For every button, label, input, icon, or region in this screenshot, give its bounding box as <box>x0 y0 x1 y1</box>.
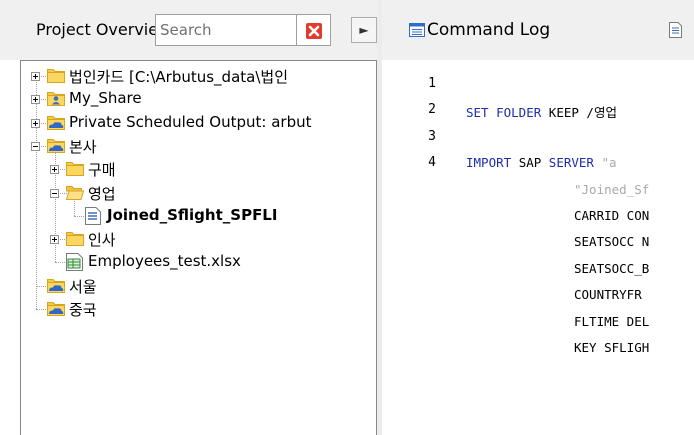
tree-item[interactable]: Employees_test.xlsx <box>21 250 376 275</box>
tree-item-label: 법인카드 [C:\Arbutus_data\법인 <box>69 68 289 86</box>
code-token: COUNTRYFR <box>574 287 642 303</box>
collapse-icon[interactable] <box>50 188 59 198</box>
tab-label: Command Log <box>427 20 551 40</box>
code-token: SEATSOCC N <box>574 234 650 250</box>
tree-item-label: 본사 <box>69 137 97 156</box>
code-token: FOLDER <box>496 105 549 121</box>
code-token: FLTIME DEL <box>574 313 650 329</box>
code-token: SERVER <box>548 155 602 171</box>
tree-item[interactable]: 서울 <box>21 274 376 298</box>
project-tree: 법인카드 [C:\Arbutus_data\법인 My_Share Private … <box>20 60 377 435</box>
line-number: 1 <box>428 76 436 91</box>
line-number-gutter: 1 2 3 4 <box>382 60 450 435</box>
tree-item-label: 중국 <box>69 301 97 319</box>
code-line: FLTIME DEL <box>574 314 649 329</box>
line-number: 3 <box>428 128 436 144</box>
code-token: IMPORT <box>466 155 519 171</box>
tree-item-label: Joined_Sflight_SPFLI <box>107 205 278 224</box>
tab-script[interactable] <box>667 16 694 46</box>
tree-item-label: My_Share <box>69 89 142 108</box>
code-line: "Joined_Sf <box>574 182 649 197</box>
tree-item[interactable]: 영업 <box>21 181 376 205</box>
expand-icon[interactable] <box>31 118 40 128</box>
code-token: KEY SFLIGH <box>574 340 650 355</box>
cloud-folder-icon <box>47 137 65 157</box>
tree-item-label: 서울 <box>69 277 97 296</box>
tree-item[interactable]: Joined_Sflight_SPFLI <box>21 204 376 229</box>
tree-item[interactable]: 중국 <box>21 297 376 321</box>
folder-open-icon <box>65 184 85 204</box>
cloud-folder-icon <box>47 277 65 297</box>
panel-header: Project Overview Search ► <box>0 0 378 60</box>
clear-search-button[interactable] <box>297 14 331 46</box>
red-x-icon <box>306 23 322 39</box>
tab-bar: Command Log <box>382 0 694 60</box>
expand-icon[interactable] <box>31 95 40 105</box>
tree-item[interactable]: 구매 <box>21 157 376 181</box>
tree-item-label: 인사 <box>88 231 116 250</box>
tree-item-label: 영업 <box>88 184 116 203</box>
document-icon <box>669 22 682 38</box>
code-line: IMPORT SAP SERVER "a <box>466 155 617 170</box>
user-folder-icon <box>47 90 65 110</box>
search-input[interactable]: Search <box>155 14 297 46</box>
tree-item[interactable]: Private Scheduled Output: arbut <box>21 111 376 135</box>
code-token: SAP <box>518 155 549 171</box>
code-token: "Joined_Sf <box>574 181 650 197</box>
folder-icon <box>66 160 84 180</box>
code-line: SET FOLDER KEEP /영업 <box>466 102 617 121</box>
chevron-right-icon[interactable]: ► <box>351 17 377 43</box>
tree-item-label: Private Scheduled Output: arbut <box>69 112 312 131</box>
folder-icon <box>47 67 65 87</box>
code-line: SEATSOCC_B <box>574 261 649 276</box>
collapse-icon[interactable] <box>31 141 40 151</box>
code-token: CARRID CON <box>574 208 650 223</box>
panel-title: Project Overview <box>36 20 156 39</box>
tree-item[interactable]: 인사 <box>21 227 376 251</box>
cloud-folder-icon <box>47 114 65 134</box>
tree-item-label: 구매 <box>88 161 116 180</box>
code-line: SEATSOCC N <box>574 234 649 249</box>
cloud-folder-icon <box>47 300 65 320</box>
code-line: KEY SFLIGH <box>574 340 649 355</box>
code-token: "a <box>601 155 617 171</box>
tree-item[interactable]: My_Share <box>21 87 376 111</box>
expand-icon[interactable] <box>31 72 40 81</box>
tab-command-log[interactable]: Command Log <box>382 16 550 46</box>
expand-icon[interactable] <box>50 235 59 245</box>
tree-item-label: Employees_test.xlsx <box>88 252 241 271</box>
excel-file-icon <box>66 253 84 275</box>
tree-item[interactable]: 법인카드 [C:\Arbutus_data\법인 <box>21 64 376 88</box>
tree-item[interactable]: 본사 <box>21 134 376 158</box>
line-number: 4 <box>428 155 436 171</box>
editor-panel: Command Log 1 2 3 4 SET FOLDER KEEP /영업 IMPO… <box>382 0 694 435</box>
project-overview-panel: Project Overview Search ► 법인카드 [C:\Arbut… <box>0 0 378 435</box>
code-token: SEATSOCC_B <box>574 260 650 276</box>
code-area[interactable]: SET FOLDER KEEP /영업 IMPORT SAP SERVER "a "… <box>450 60 694 435</box>
code-line: CARRID CON <box>574 208 649 223</box>
folder-icon <box>66 230 84 250</box>
table-document-icon <box>85 206 101 229</box>
list-icon <box>409 23 425 37</box>
code-token: SET <box>466 105 497 121</box>
code-line: COUNTRYFR <box>574 287 642 302</box>
code-token: KEEP /영업 <box>548 105 617 121</box>
line-number: 2 <box>428 102 436 118</box>
expand-icon[interactable] <box>50 165 59 175</box>
